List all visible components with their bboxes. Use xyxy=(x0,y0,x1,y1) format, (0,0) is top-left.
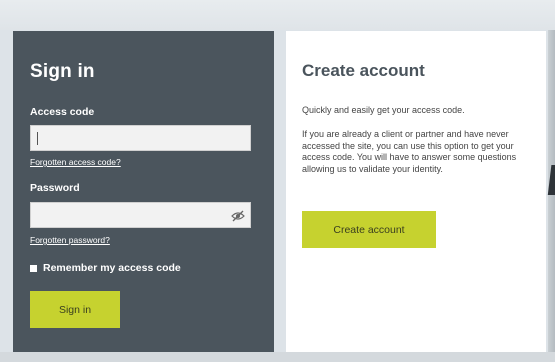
signin-panel: Sign in Access code Forgotten access cod… xyxy=(13,31,274,352)
password-input[interactable] xyxy=(30,202,251,228)
create-account-button[interactable]: Create account xyxy=(302,211,436,248)
remember-label: Remember my access code xyxy=(43,262,181,274)
create-account-panel: Create account Quickly and easily get yo… xyxy=(286,31,546,352)
eye-slash-icon[interactable] xyxy=(231,209,245,223)
remember-checkbox[interactable] xyxy=(30,264,37,272)
signin-button[interactable]: Sign in xyxy=(30,291,120,328)
access-code-label: Access code xyxy=(30,106,95,118)
remember-access-code[interactable]: Remember my access code xyxy=(30,262,181,274)
password-label: Password xyxy=(30,182,80,194)
create-account-intro: Quickly and easily get your access code. xyxy=(302,105,465,115)
create-account-description: If you are already a client or partner a… xyxy=(302,129,517,174)
access-code-input[interactable] xyxy=(30,125,251,151)
forgot-access-code-link[interactable]: Forgotten access code? xyxy=(30,157,121,167)
create-account-title: Create account xyxy=(302,61,425,80)
page-background-top xyxy=(0,0,555,30)
text-caret xyxy=(37,132,38,145)
signin-title: Sign in xyxy=(30,61,95,82)
page-background-bottom xyxy=(0,352,555,362)
forgot-password-link[interactable]: Forgotten password? xyxy=(30,235,110,245)
page-background-right xyxy=(548,30,555,362)
